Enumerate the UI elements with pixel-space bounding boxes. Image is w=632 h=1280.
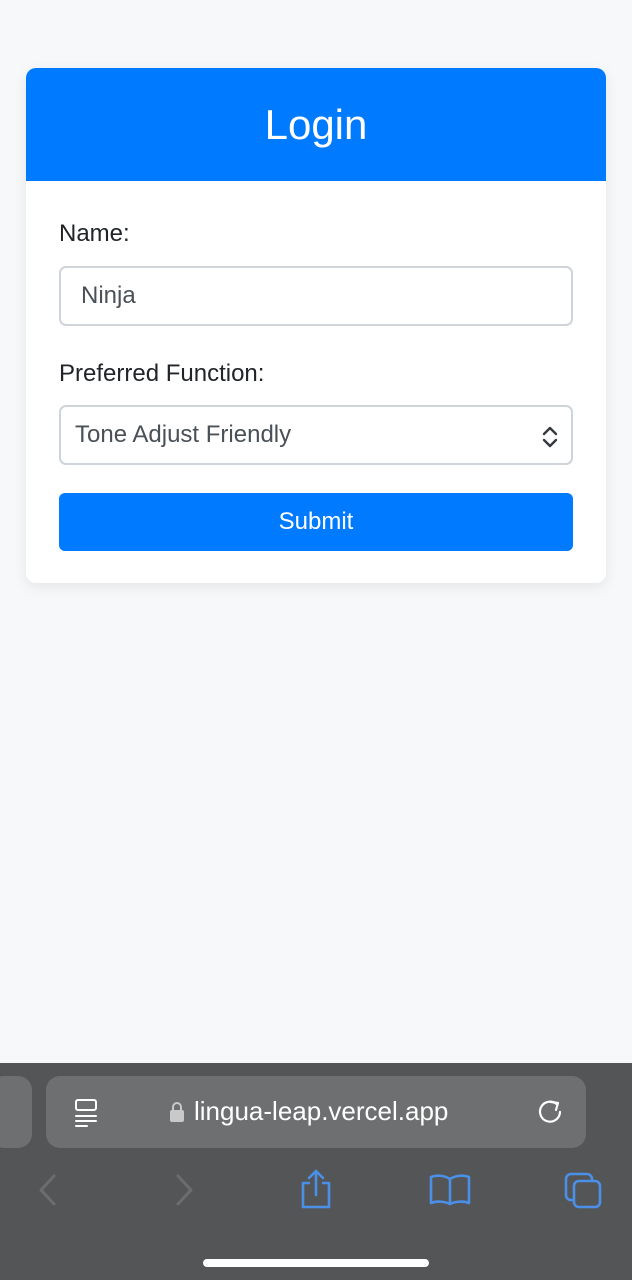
reader-mode-icon[interactable] xyxy=(73,1098,101,1128)
lock-icon xyxy=(169,1101,185,1123)
browser-toolbar: lingua-leap.vercel.app xyxy=(0,1063,632,1280)
url-text: lingua-leap.vercel.app xyxy=(194,1096,449,1126)
share-icon[interactable] xyxy=(299,1168,333,1210)
page-title: Login xyxy=(264,100,368,148)
select-chevron-icon xyxy=(541,426,559,448)
previous-tab-preview[interactable] xyxy=(0,1076,32,1148)
function-select[interactable]: Tone Adjust Friendly xyxy=(59,405,573,465)
function-select-value: Tone Adjust Friendly xyxy=(75,421,292,448)
back-icon[interactable] xyxy=(36,1173,60,1207)
function-label: Preferred Function: xyxy=(59,360,265,387)
login-card: Login Name: Ninja Preferred Function: To… xyxy=(26,68,606,583)
card-header: Login xyxy=(26,68,606,181)
name-input[interactable]: Ninja xyxy=(59,266,573,326)
name-label: Name: xyxy=(59,220,130,247)
forward-icon[interactable] xyxy=(172,1173,196,1207)
submit-button[interactable]: Submit xyxy=(59,493,573,551)
home-indicator xyxy=(203,1259,429,1267)
reload-icon[interactable] xyxy=(536,1098,564,1126)
name-input-value: Ninja xyxy=(81,282,136,309)
submit-label: Submit xyxy=(278,508,354,535)
bookmarks-icon[interactable] xyxy=(428,1173,472,1207)
tabs-icon[interactable] xyxy=(563,1171,603,1209)
address-bar[interactable]: lingua-leap.vercel.app xyxy=(46,1076,586,1148)
